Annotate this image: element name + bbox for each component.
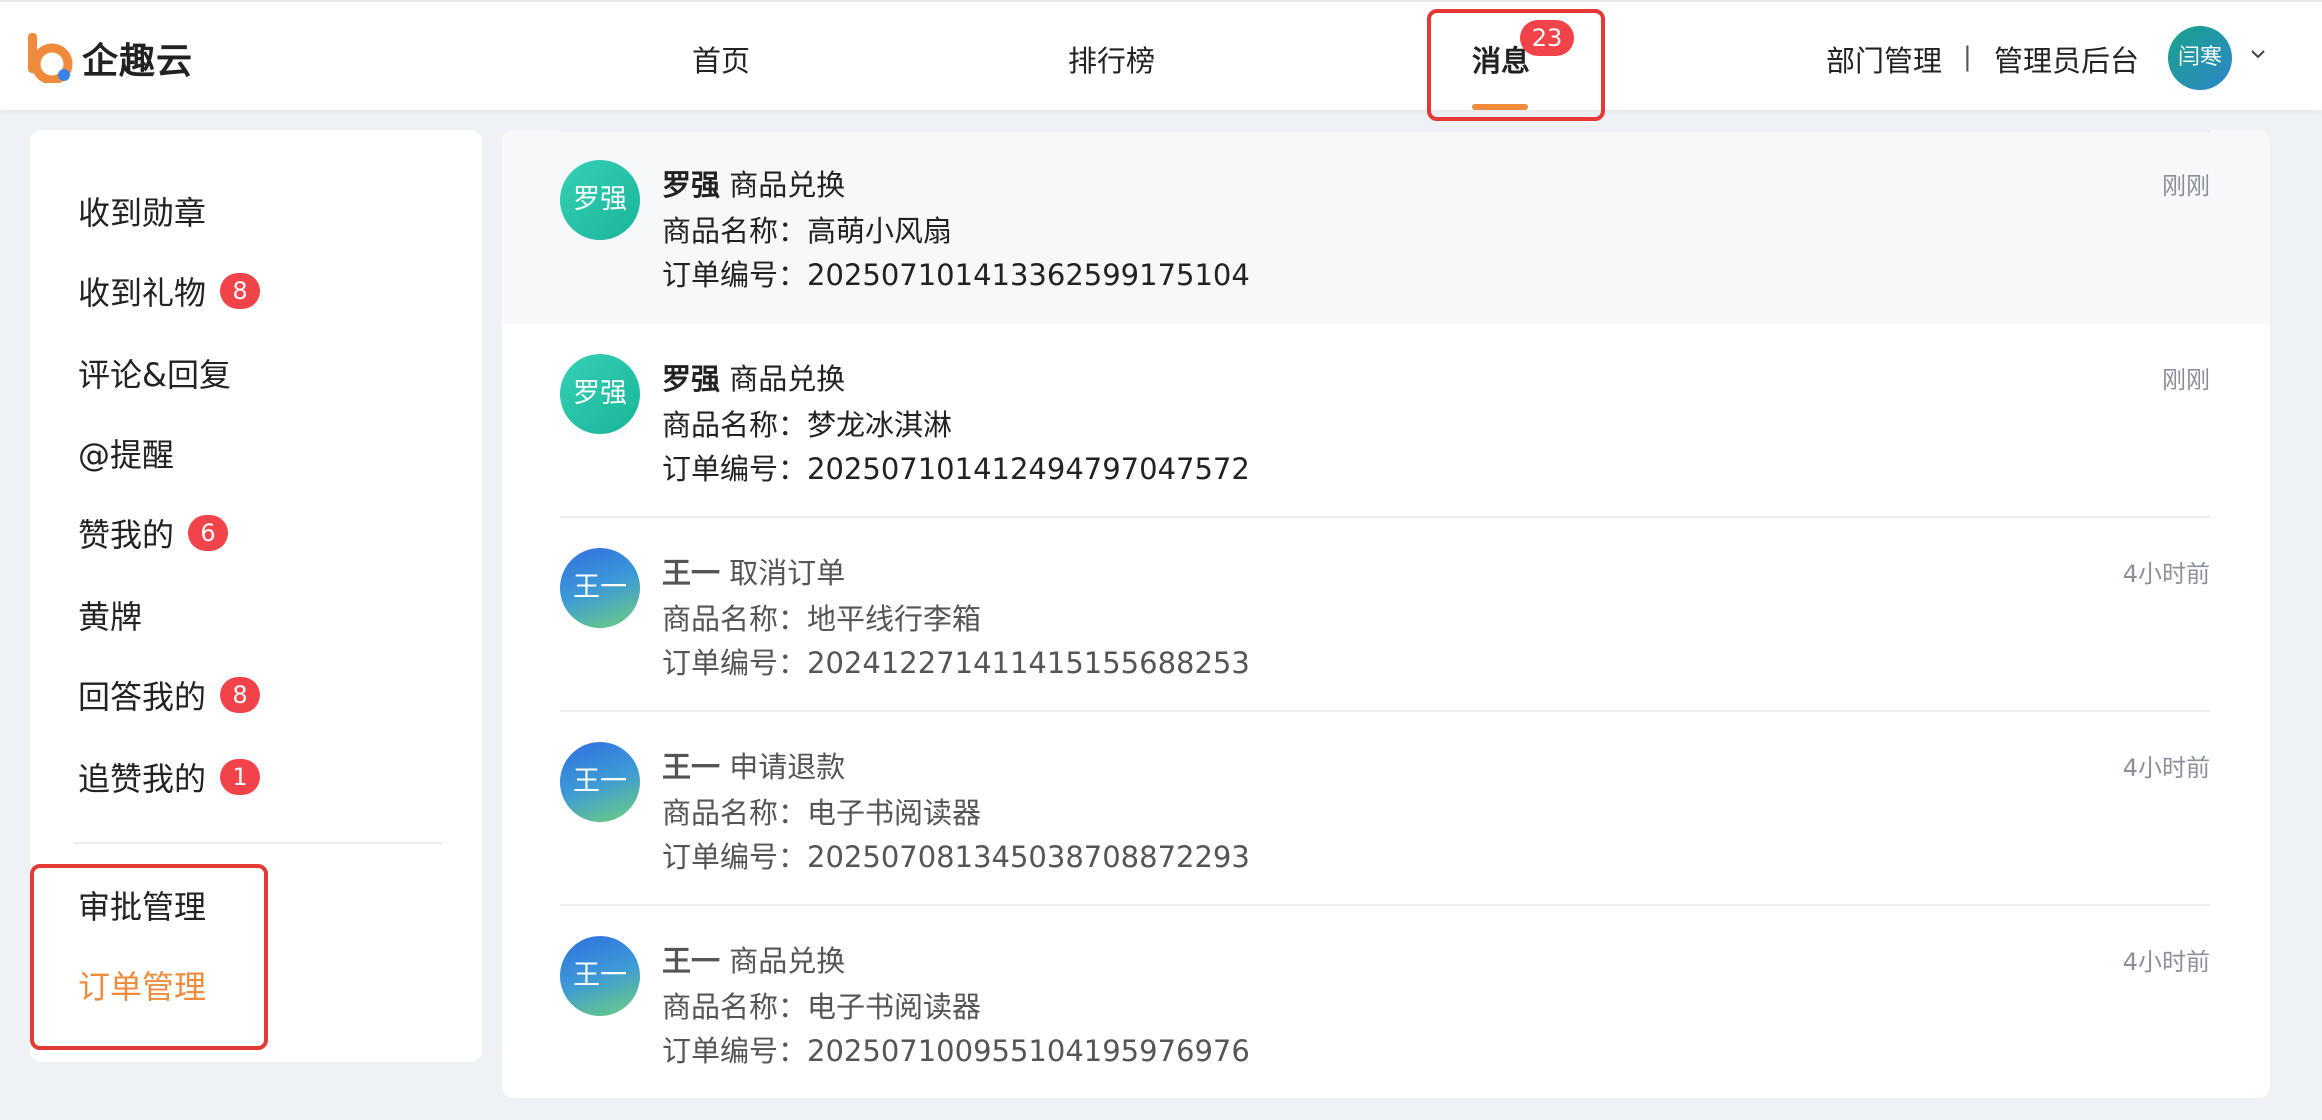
order-number: 202507101413362599175104 bbox=[807, 258, 1250, 292]
sidebar-item-gifts[interactable]: 收到礼物 8 bbox=[78, 268, 261, 314]
order-row: 订单编号：202507081345038708872293 bbox=[662, 834, 1250, 876]
logo[interactable]: 企趣云 bbox=[28, 30, 193, 86]
order-number: 202412271411415155688253 bbox=[807, 646, 1250, 680]
highlight-box-management bbox=[30, 864, 268, 1050]
order-row: 订单编号：202412271411415155688253 bbox=[662, 640, 1250, 682]
sidebar-item-likes[interactable]: 赞我的 6 bbox=[78, 510, 229, 556]
sidebar-item-label: 收到礼物 bbox=[78, 274, 207, 312]
list-item[interactable]: 王一 王一 商品兑换 商品名称：电子书阅读器 订单编号：202507100955… bbox=[502, 906, 2270, 1098]
order-number: 202507081345038708872293 bbox=[807, 840, 1250, 874]
message-title: 罗强 商品兑换 bbox=[662, 356, 845, 398]
sender-name[interactable]: 王一 bbox=[662, 944, 720, 978]
product-name: 高萌小风扇 bbox=[807, 214, 953, 248]
message-action: 商品兑换 bbox=[729, 362, 846, 396]
header-divider: | bbox=[1963, 42, 1972, 72]
message-title: 王一 申请退款 bbox=[662, 744, 845, 786]
product-row: 商品名称：高萌小风扇 bbox=[662, 208, 952, 250]
sidebar-item-medals[interactable]: 收到勋章 bbox=[78, 188, 206, 234]
logo-text: 企趣云 bbox=[82, 41, 194, 82]
product-label: 商品名称： bbox=[662, 990, 808, 1024]
product-row: 商品名称：电子书阅读器 bbox=[662, 984, 981, 1026]
order-label: 订单编号： bbox=[662, 646, 808, 680]
sidebar-item-follow-likes[interactable]: 追赞我的 1 bbox=[78, 754, 261, 800]
logo-icon bbox=[28, 33, 73, 83]
sidebar-item-label: 收到勋章 bbox=[78, 194, 207, 232]
order-label: 订单编号： bbox=[662, 1034, 808, 1068]
order-label: 订单编号： bbox=[662, 258, 808, 292]
sidebar-item-yellow-card[interactable]: 黄牌 bbox=[78, 592, 142, 638]
message-time: 刚刚 bbox=[2162, 172, 2210, 200]
product-name: 电子书阅读器 bbox=[807, 990, 982, 1024]
sidebar-item-label: 回答我的 bbox=[78, 678, 207, 716]
admin-console-link[interactable]: 管理员后台 bbox=[1994, 38, 2139, 80]
sidebar-item-comments[interactable]: 评论&回复 bbox=[78, 350, 231, 396]
product-row: 商品名称：地平线行李箱 bbox=[662, 596, 981, 638]
message-title: 王一 商品兑换 bbox=[662, 938, 845, 980]
sidebar-item-label: 评论&回复 bbox=[78, 356, 231, 394]
product-name: 电子书阅读器 bbox=[807, 796, 982, 830]
product-name: 梦龙冰淇淋 bbox=[807, 408, 953, 442]
product-label: 商品名称： bbox=[662, 408, 808, 442]
message-title: 罗强 商品兑换 bbox=[662, 162, 845, 204]
nav-leaderboard[interactable]: 排行榜 bbox=[1068, 38, 1155, 80]
avatar[interactable]: 罗强 bbox=[560, 354, 640, 434]
product-row: 商品名称：梦龙冰淇淋 bbox=[662, 402, 952, 444]
sidebar-item-answers[interactable]: 回答我的 8 bbox=[78, 672, 261, 718]
sidebar-divider bbox=[74, 842, 442, 844]
product-row: 商品名称：电子书阅读器 bbox=[662, 790, 981, 832]
order-row: 订单编号：202507101412494797047572 bbox=[662, 446, 1250, 488]
message-time: 4小时前 bbox=[2122, 560, 2210, 588]
count-badge: 8 bbox=[220, 677, 261, 713]
sidebar-item-label: 赞我的 bbox=[78, 516, 175, 554]
product-label: 商品名称： bbox=[662, 602, 808, 636]
sidebar-item-mentions[interactable]: @提醒 bbox=[78, 430, 174, 476]
sender-name[interactable]: 罗强 bbox=[662, 168, 720, 202]
dept-management-link[interactable]: 部门管理 bbox=[1826, 38, 1942, 80]
count-badge: 1 bbox=[220, 759, 261, 795]
highlight-box-messages bbox=[1427, 9, 1605, 121]
message-action: 取消订单 bbox=[729, 556, 846, 590]
product-label: 商品名称： bbox=[662, 214, 808, 248]
order-number: 202507100955104195976976 bbox=[807, 1034, 1250, 1068]
avatar[interactable]: 王一 bbox=[560, 548, 640, 628]
sidebar-item-label: @提醒 bbox=[78, 436, 175, 474]
product-label: 商品名称： bbox=[662, 796, 808, 830]
message-time: 4小时前 bbox=[2122, 948, 2210, 976]
order-label: 订单编号： bbox=[662, 452, 808, 486]
order-row: 订单编号：202507101413362599175104 bbox=[662, 252, 1250, 294]
message-action: 申请退款 bbox=[729, 750, 846, 784]
message-time: 刚刚 bbox=[2162, 366, 2210, 394]
avatar[interactable]: 罗强 bbox=[560, 160, 640, 240]
chevron-down-icon[interactable] bbox=[2250, 46, 2266, 62]
user-avatar[interactable]: 闫寒 bbox=[2168, 26, 2232, 90]
sender-name[interactable]: 罗强 bbox=[662, 362, 720, 396]
message-action: 商品兑换 bbox=[729, 944, 846, 978]
message-title: 王一 取消订单 bbox=[662, 550, 845, 592]
message-action: 商品兑换 bbox=[729, 168, 846, 202]
avatar[interactable]: 王一 bbox=[560, 742, 640, 822]
list-item[interactable]: 罗强 罗强 商品兑换 商品名称：梦龙冰淇淋 订单编号：2025071014124… bbox=[502, 130, 2270, 518]
order-row: 订单编号：202507100955104195976976 bbox=[662, 1028, 1250, 1070]
row-divider bbox=[560, 130, 2210, 132]
top-header: 企趣云 首页 排行榜 消息 23 部门管理 | 管理员后台 闫寒 bbox=[0, 0, 2322, 110]
order-number: 202507101412494797047572 bbox=[807, 452, 1250, 486]
message-time: 4小时前 bbox=[2122, 754, 2210, 782]
list-item[interactable]: 罗强 罗强 商品兑换 商品名称：高萌小风扇 订单编号：2025071014133… bbox=[502, 130, 2270, 324]
count-badge: 8 bbox=[220, 273, 261, 309]
nav-home[interactable]: 首页 bbox=[692, 38, 750, 80]
sender-name[interactable]: 王一 bbox=[662, 556, 720, 590]
list-item[interactable]: 王一 王一 取消订单 商品名称：地平线行李箱 订单编号：202412271411… bbox=[502, 518, 2270, 712]
sidebar-item-label: 黄牌 bbox=[78, 598, 143, 636]
order-label: 订单编号： bbox=[662, 840, 808, 874]
count-badge: 6 bbox=[188, 515, 229, 551]
list-item[interactable]: 王一 王一 申请退款 商品名称：电子书阅读器 订单编号：202507081345… bbox=[502, 712, 2270, 906]
product-name: 地平线行李箱 bbox=[807, 602, 982, 636]
sender-name[interactable]: 王一 bbox=[662, 750, 720, 784]
sidebar-item-label: 追赞我的 bbox=[78, 760, 207, 798]
avatar[interactable]: 王一 bbox=[560, 936, 640, 1016]
message-list: 罗强 罗强 商品兑换 商品名称：高萌小风扇 订单编号：2025071014133… bbox=[502, 130, 2270, 1098]
